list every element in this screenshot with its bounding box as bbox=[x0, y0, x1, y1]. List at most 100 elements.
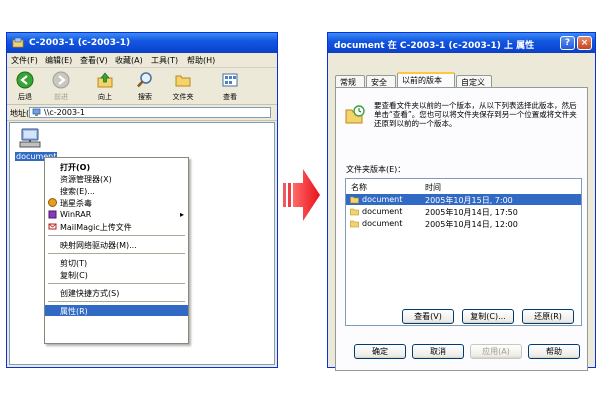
ctx-mailmagic[interactable]: MailMagic上传文件 bbox=[45, 221, 188, 232]
menu-edit[interactable]: 编辑(E) bbox=[45, 55, 72, 66]
dialog-titlebar[interactable]: document 在 C-2003-1 (c-2003-1) 上 属性 ? × bbox=[328, 33, 595, 53]
properties-dialog: document 在 C-2003-1 (c-2003-1) 上 属性 ? × … bbox=[327, 32, 596, 371]
views-icon bbox=[222, 73, 238, 87]
forward-arrow-icon bbox=[52, 71, 70, 89]
ctx-separator bbox=[48, 283, 185, 284]
forward-label: 前进 bbox=[54, 93, 68, 101]
explorer-title: C-2003-1 (c-2003-1) bbox=[29, 38, 131, 48]
explorer-content[interactable]: document 打开(O) 资源管理器(X) 搜索(E)... 瑞星杀毒 Wi… bbox=[9, 122, 275, 365]
list-header: 名称 时间 bbox=[346, 181, 581, 192]
views-label: 查看 bbox=[223, 93, 237, 101]
ctx-search[interactable]: 搜索(E)... bbox=[45, 185, 188, 196]
views-button[interactable]: 查看 bbox=[213, 71, 247, 102]
ctx-properties-label: 属性(R) bbox=[60, 307, 88, 316]
ctx-copy[interactable]: 复制(C) bbox=[45, 269, 188, 280]
version-list[interactable]: 名称 时间 document 2005年10月15日, 7:00 documen… bbox=[345, 178, 582, 326]
table-row[interactable]: document 2005年10月14日, 17:50 bbox=[346, 206, 581, 217]
help-icon: ? bbox=[564, 38, 571, 48]
ctx-cut[interactable]: 剪切(T) bbox=[45, 257, 188, 268]
tab-previous-versions[interactable]: 以前的版本 bbox=[397, 72, 455, 88]
ctx-rising-label: 瑞星杀毒 bbox=[60, 199, 92, 208]
folders-icon bbox=[175, 75, 191, 87]
search-icon bbox=[137, 72, 152, 88]
menu-view[interactable]: 查看(V) bbox=[80, 55, 108, 66]
version-time: 2005年10月14日, 12:00 bbox=[425, 220, 518, 229]
folders-button[interactable]: 文件夹 bbox=[167, 71, 199, 102]
folder-icon bbox=[350, 220, 359, 228]
close-button[interactable]: × bbox=[577, 36, 592, 50]
explorer-toolbar: 后退 前进 向上 搜索 文件夹 查看 bbox=[7, 68, 277, 105]
menu-tools[interactable]: 工具(T) bbox=[151, 55, 178, 66]
network-computer-icon bbox=[32, 108, 41, 116]
table-row[interactable]: document 2005年10月14日, 12:00 bbox=[346, 218, 581, 229]
description-text: 要查看文件夹以前的一个版本，从以下列表选择此版本，然后单击“查看”。您也可以将文… bbox=[374, 101, 577, 128]
tab-security[interactable]: 安全 bbox=[366, 75, 396, 87]
ctx-cut-label: 剪切(T) bbox=[60, 259, 88, 268]
version-time: 2005年10月14日, 17:50 bbox=[425, 208, 518, 217]
ctx-separator bbox=[48, 301, 185, 302]
dialog-title: document 在 C-2003-1 (c-2003-1) 上 属性 bbox=[334, 41, 535, 51]
explorer-menubar: 文件(F) 编辑(E) 查看(V) 收藏(A) 工具(T) 帮助(H) bbox=[7, 53, 277, 68]
ctx-create-shortcut[interactable]: 创建快捷方式(S) bbox=[45, 287, 188, 298]
ok-button[interactable]: 确定 bbox=[354, 344, 406, 359]
cancel-button[interactable]: 取消 bbox=[412, 344, 464, 359]
col-time-header[interactable]: 时间 bbox=[425, 182, 441, 193]
version-name: document bbox=[362, 195, 403, 204]
ctx-properties[interactable]: 属性(R) bbox=[45, 305, 188, 316]
back-button[interactable]: 后退 bbox=[11, 71, 39, 102]
folder-icon bbox=[350, 208, 359, 216]
address-bar: 地址(D) \\c-2003-1 bbox=[7, 105, 277, 121]
tab-general[interactable]: 常规 bbox=[335, 75, 365, 87]
version-time: 2005年10月15日, 7:00 bbox=[425, 196, 513, 205]
version-name: document bbox=[362, 219, 403, 228]
ctx-search-label: 搜索(E)... bbox=[60, 187, 95, 196]
submenu-arrow-icon: ▸ bbox=[179, 210, 184, 219]
close-icon: × bbox=[580, 38, 589, 48]
menu-favorites[interactable]: 收藏(A) bbox=[115, 55, 143, 66]
address-input[interactable]: \\c-2003-1 bbox=[29, 107, 271, 118]
ctx-rising-antivirus[interactable]: 瑞星杀毒 bbox=[45, 197, 188, 208]
up-label: 向上 bbox=[98, 93, 112, 101]
menu-file[interactable]: 文件(F) bbox=[11, 55, 38, 66]
apply-button[interactable]: 应用(A) bbox=[470, 344, 522, 359]
ctx-mailmagic-label: MailMagic上传文件 bbox=[60, 223, 132, 232]
ctx-map-drive-label: 映射网络驱动器(M)... bbox=[60, 241, 137, 250]
help-button[interactable]: 帮助 bbox=[528, 344, 580, 359]
help-title-button[interactable]: ? bbox=[560, 36, 575, 50]
version-name: document bbox=[362, 207, 403, 216]
explorer-window: C-2003-1 (c-2003-1) 文件(F) 编辑(E) 查看(V) 收藏… bbox=[6, 32, 278, 368]
ctx-separator bbox=[48, 235, 185, 236]
network-folder-icon bbox=[12, 37, 24, 48]
search-button[interactable]: 搜索 bbox=[131, 71, 159, 102]
ctx-open-label: 打开(O) bbox=[60, 163, 91, 172]
forward-button[interactable]: 前进 bbox=[47, 71, 75, 102]
search-label: 搜索 bbox=[138, 93, 152, 101]
back-arrow-icon bbox=[16, 71, 34, 89]
ctx-copy-label: 复制(C) bbox=[60, 271, 88, 280]
winrar-icon bbox=[48, 210, 57, 219]
menu-help[interactable]: 帮助(H) bbox=[187, 55, 215, 66]
ctx-explore[interactable]: 资源管理器(X) bbox=[45, 173, 188, 184]
restore-button[interactable]: 还原(R) bbox=[522, 309, 574, 324]
address-value: \\c-2003-1 bbox=[44, 108, 86, 117]
shared-folder-icon[interactable] bbox=[18, 127, 44, 151]
up-button[interactable]: 向上 bbox=[91, 71, 119, 102]
version-list-label: 文件夹版本(E)： bbox=[346, 165, 406, 174]
explorer-titlebar[interactable]: C-2003-1 (c-2003-1) bbox=[7, 33, 277, 53]
back-label: 后退 bbox=[18, 93, 32, 101]
ctx-explore-label: 资源管理器(X) bbox=[60, 175, 112, 184]
copy-button[interactable]: 复制(C)... bbox=[462, 309, 514, 324]
right-arrow-icon bbox=[283, 169, 320, 221]
view-button[interactable]: 查看(V) bbox=[402, 309, 454, 324]
folders-label: 文件夹 bbox=[172, 93, 194, 101]
col-name-header[interactable]: 名称 bbox=[351, 182, 367, 193]
tab-customize[interactable]: 自定义 bbox=[456, 75, 492, 87]
ctx-open[interactable]: 打开(O) bbox=[45, 161, 188, 172]
ctx-winrar-label: WinRAR bbox=[60, 210, 92, 219]
context-menu: 打开(O) 资源管理器(X) 搜索(E)... 瑞星杀毒 WinRAR ▸ Ma… bbox=[44, 157, 189, 344]
table-row[interactable]: document 2005年10月15日, 7:00 bbox=[346, 194, 581, 205]
ctx-create-shortcut-label: 创建快捷方式(S) bbox=[60, 289, 120, 298]
ctx-winrar[interactable]: WinRAR ▸ bbox=[45, 209, 188, 220]
ctx-map-drive[interactable]: 映射网络驱动器(M)... bbox=[45, 239, 188, 250]
mailmagic-icon bbox=[48, 223, 57, 230]
